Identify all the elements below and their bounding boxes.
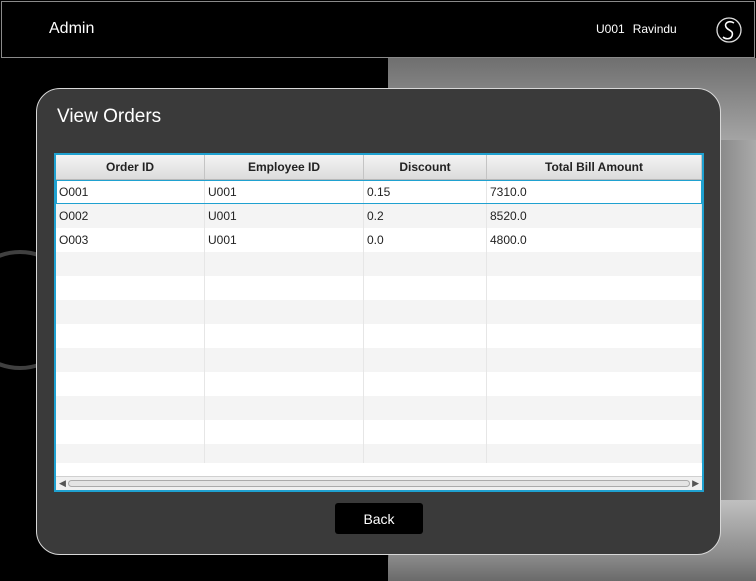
table-cell (487, 444, 702, 463)
cs-logo-icon (716, 17, 742, 43)
table-cell (205, 420, 364, 444)
table-cell: 4800.0 (487, 228, 702, 252)
table-cell (487, 348, 702, 372)
column-header-discount[interactable]: Discount (364, 155, 487, 179)
table-cell (364, 324, 487, 348)
table-cell (205, 396, 364, 420)
page-header-title: Admin (49, 20, 95, 37)
user-info: U001 Ravindu (596, 22, 677, 36)
table-cell: U001 (205, 228, 364, 252)
table-cell: O001 (56, 180, 205, 204)
table-cell (205, 252, 364, 276)
table-cell (487, 372, 702, 396)
table-cell (487, 300, 702, 324)
table-cell (487, 252, 702, 276)
table-cell (487, 276, 702, 300)
table-cell (364, 420, 487, 444)
table-cell (56, 252, 205, 276)
table-row[interactable]: O001 U001 0.15 7310.0 (56, 180, 702, 204)
table-cell (56, 348, 205, 372)
table-cell (56, 300, 205, 324)
horizontal-scrollbar[interactable]: ◀ ▶ (56, 476, 702, 490)
table-row-empty[interactable] (56, 300, 702, 324)
table-cell (205, 300, 364, 324)
scroll-left-icon[interactable]: ◀ (59, 479, 66, 489)
table-cell (364, 348, 487, 372)
column-header-employee-id[interactable]: Employee ID (205, 155, 364, 179)
table-cell (487, 396, 702, 420)
table-row[interactable]: O003 U001 0.0 4800.0 (56, 228, 702, 252)
table-cell: O002 (56, 204, 205, 228)
table-body: O001 U001 0.15 7310.0 O002 U001 0.2 8520.0 O003 U… (56, 180, 702, 463)
table-cell (364, 372, 487, 396)
column-header-total-bill-amount[interactable]: Total Bill Amount (487, 155, 702, 179)
table-cell (56, 444, 205, 463)
table-cell: U001 (205, 204, 364, 228)
orders-panel: View Orders Order ID Employee ID Discoun… (36, 88, 721, 555)
table-cell (56, 276, 205, 300)
table-cell: 0.0 (364, 228, 487, 252)
table-cell (487, 420, 702, 444)
table-cell: 7310.0 (487, 180, 702, 204)
table-cell (205, 372, 364, 396)
table-cell (487, 324, 702, 348)
table-cell (364, 276, 487, 300)
scrollbar-thumb[interactable] (68, 480, 690, 487)
table-row-empty[interactable] (56, 348, 702, 372)
table-cell (56, 420, 205, 444)
table-cell (364, 396, 487, 420)
orders-table[interactable]: Order ID Employee ID Discount Total Bill… (54, 153, 704, 492)
table-row-empty[interactable] (56, 252, 702, 276)
table-cell: 0.15 (364, 180, 487, 204)
table-cell: O003 (56, 228, 205, 252)
scroll-right-icon[interactable]: ▶ (692, 479, 699, 489)
user-id: U001 (596, 22, 625, 36)
table-row[interactable]: O002 U001 0.2 8520.0 (56, 204, 702, 228)
table-cell (205, 276, 364, 300)
table-cell (364, 252, 487, 276)
header-bar: Admin U001 Ravindu (1, 1, 755, 58)
table-cell (56, 396, 205, 420)
table-cell (56, 372, 205, 396)
table-cell (205, 324, 364, 348)
table-row-empty[interactable] (56, 444, 702, 463)
table-row-empty[interactable] (56, 276, 702, 300)
table-header: Order ID Employee ID Discount Total Bill… (56, 155, 702, 180)
table-cell (205, 444, 364, 463)
user-name: Ravindu (632, 22, 677, 36)
table-cell (364, 300, 487, 324)
table-cell: 8520.0 (487, 204, 702, 228)
table-row-empty[interactable] (56, 324, 702, 348)
table-cell (364, 444, 487, 463)
table-cell (56, 324, 205, 348)
table-cell: 0.2 (364, 204, 487, 228)
back-button[interactable]: Back (335, 503, 423, 534)
column-header-order-id[interactable]: Order ID (56, 155, 205, 179)
app-window: Admin U001 Ravindu View Orders Order ID E… (0, 0, 756, 581)
page-title: View Orders (57, 106, 162, 127)
table-row-empty[interactable] (56, 420, 702, 444)
table-cell: U001 (205, 180, 364, 204)
table-row-empty[interactable] (56, 396, 702, 420)
table-cell (205, 348, 364, 372)
table-row-empty[interactable] (56, 372, 702, 396)
